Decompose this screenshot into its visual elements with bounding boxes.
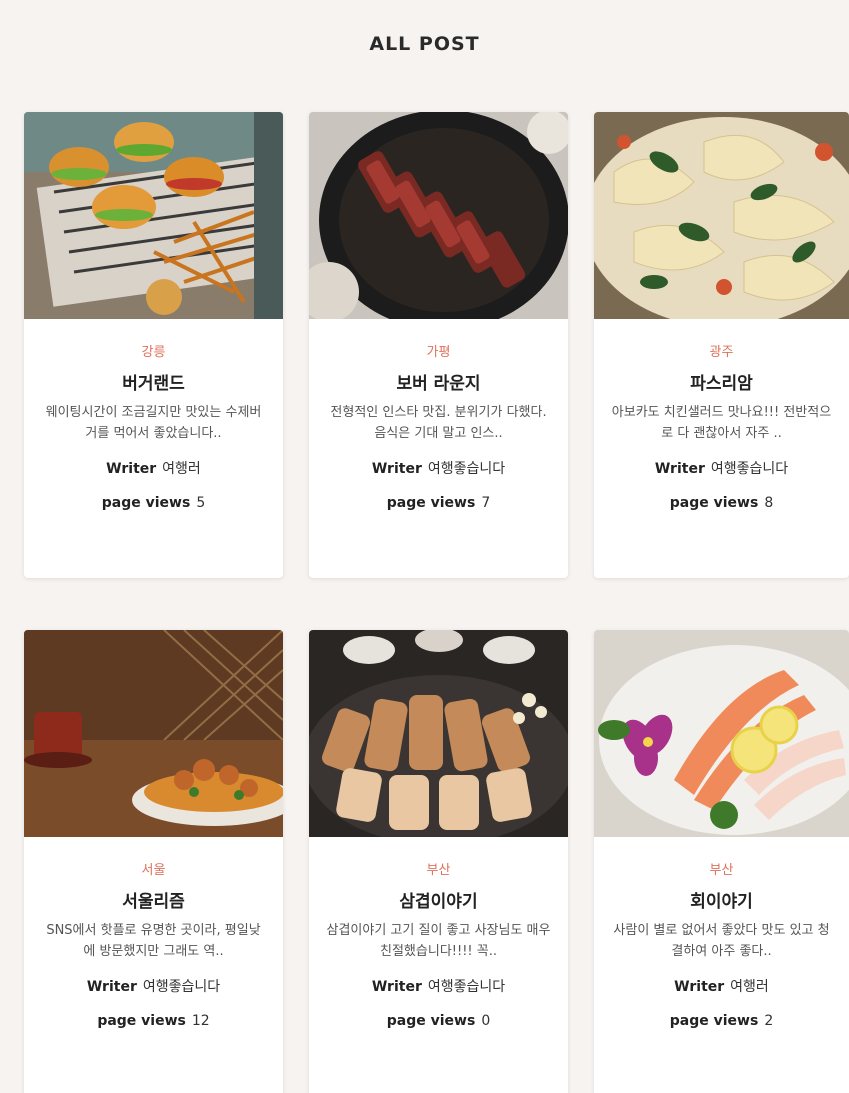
post-description: 전형적인 인스타 맛집. 분위기가 다했다. 음식은 기대 말고 인스.. (330, 405, 547, 441)
writer-label: Writer (654, 461, 705, 477)
post-region: 가평 (426, 345, 451, 360)
post-card[interactable]: 광주 파스리암 아보카도 치킨샐러드 맛나요!!! 전반적으로 다 괜찮아서 자… (594, 112, 849, 578)
post-card[interactable]: 강릉 버거랜드 웨이팅시간이 조금길지만 맛있는 수제버거를 먹어서 좋았습니다… (24, 112, 283, 578)
views-value: 0 (481, 1013, 491, 1029)
post-title[interactable]: 회이야기 (594, 887, 849, 912)
post-views: page views 5 (24, 495, 283, 511)
post-region: 부산 (709, 863, 734, 878)
post-title[interactable]: 버거랜드 (24, 369, 283, 394)
post-region: 광주 (709, 345, 734, 360)
post-card[interactable]: 가평 보버 라운지 전형적인 인스타 맛집. 분위기가 다했다. 음식은 기대 … (309, 112, 568, 578)
burger-photo[interactable] (24, 112, 283, 319)
writer-value: 여행좋습니다 (142, 979, 221, 995)
cafe-dish-photo[interactable] (24, 630, 283, 837)
views-value: 12 (191, 1013, 210, 1029)
writer-label: Writer (674, 979, 725, 995)
writer-label: Writer (371, 979, 422, 995)
post-card[interactable]: 부산 회이야기 사람이 별로 없어서 좋았다 맛도 있고 청결하여 아주 좋다.… (594, 630, 849, 1093)
post-region: 강릉 (141, 345, 166, 360)
post-views: page views 12 (24, 1013, 283, 1029)
post-views: page views 2 (594, 1013, 849, 1029)
writer-value: 여행러 (730, 979, 769, 995)
views-label: page views (97, 1013, 186, 1029)
writer-value: 여행좋습니다 (427, 979, 506, 995)
post-description: 웨이팅시간이 조금길지만 맛있는 수제버거를 먹어서 좋았습니다.. (45, 405, 262, 441)
post-title[interactable]: 파스리암 (594, 369, 849, 394)
sashimi-photo[interactable] (594, 630, 849, 837)
page-title: ALL POST (369, 33, 480, 55)
post-card[interactable]: 부산 삼겹이야기 삼겹이야기 고기 질이 좋고 사장님도 매우 친절했습니다!!… (309, 630, 568, 1093)
views-value: 5 (196, 495, 206, 511)
post-views: page views 0 (309, 1013, 568, 1029)
writer-value: 여행좋습니다 (710, 461, 789, 477)
post-title[interactable]: 보버 라운지 (309, 369, 568, 394)
post-region: 부산 (426, 863, 451, 878)
writer-label: Writer (106, 461, 157, 477)
post-views: page views 8 (594, 495, 849, 511)
views-label: page views (669, 495, 759, 511)
post-writer: Writer 여행좋습니다 (309, 976, 568, 996)
post-description: 아보카도 치킨샐러드 맛나요!!! 전반적으로 다 괜찮아서 자주 .. (611, 405, 832, 441)
post-description: SNS에서 핫플로 유명한 곳이라, 평일낮에 방문했지만 그래도 역.. (46, 923, 261, 959)
post-description: 삼겹이야기 고기 질이 좋고 사장님도 매우 친절했습니다!!!! 꼭.. (326, 923, 551, 959)
post-title[interactable]: 삼겹이야기 (309, 887, 568, 912)
post-writer: Writer 여행좋습니다 (309, 458, 568, 478)
post-writer: Writer 여행좋습니다 (594, 458, 849, 478)
views-label: page views (101, 495, 191, 511)
views-label: page views (669, 1013, 759, 1029)
writer-label: Writer (86, 979, 137, 995)
writer-value: 여행좋습니다 (427, 461, 506, 477)
views-value: 2 (764, 1013, 774, 1029)
post-writer: Writer 여행러 (594, 976, 849, 996)
pork-belly-photo[interactable] (309, 630, 568, 837)
views-label: page views (386, 495, 476, 511)
writer-label: Writer (371, 461, 422, 477)
post-views: page views 7 (309, 495, 568, 511)
post-card[interactable]: 서울 서울리즘 SNS에서 핫플로 유명한 곳이라, 평일낮에 방문했지만 그래… (24, 630, 283, 1093)
post-writer: Writer 여행러 (24, 458, 283, 478)
post-region: 서울 (141, 863, 166, 878)
post-title[interactable]: 서울리즘 (24, 887, 283, 912)
post-description: 사람이 별로 없어서 좋았다 맛도 있고 청결하여 아주 좋다.. (613, 923, 830, 959)
views-value: 8 (764, 495, 774, 511)
steak-photo[interactable] (309, 112, 568, 319)
pasta-photo[interactable] (594, 112, 849, 319)
views-label: page views (386, 1013, 476, 1029)
header-fragment (38, 0, 158, 4)
post-writer: Writer 여행좋습니다 (24, 976, 283, 996)
views-value: 7 (481, 495, 491, 511)
writer-value: 여행러 (162, 461, 201, 477)
